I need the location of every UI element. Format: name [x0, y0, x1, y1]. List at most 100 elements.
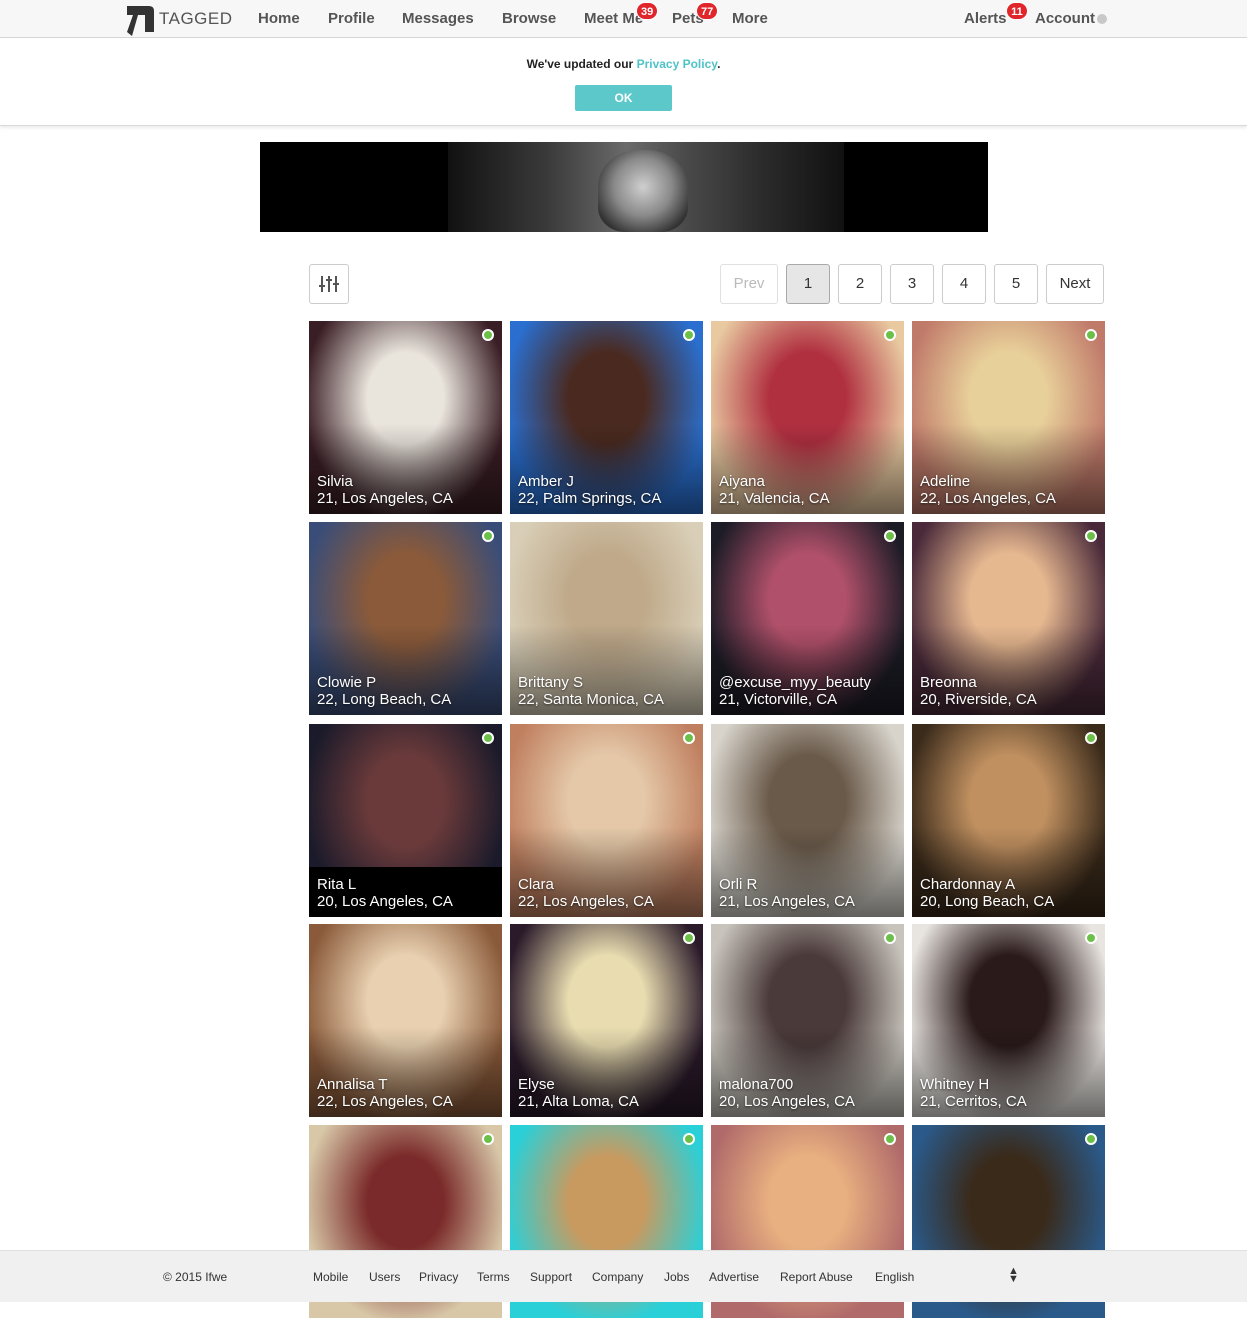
- footer-link-terms[interactable]: Terms: [477, 1270, 510, 1284]
- ad-image: [448, 142, 844, 232]
- online-status-icon: [884, 530, 896, 542]
- online-status-icon: [482, 732, 494, 744]
- nav-account[interactable]: Account: [1035, 10, 1107, 27]
- meet-me-badge: 39: [636, 2, 659, 20]
- profile-name: Elyse: [518, 1076, 555, 1093]
- online-status-icon: [884, 932, 896, 944]
- footer-link-mobile[interactable]: Mobile: [313, 1270, 348, 1284]
- filter-button[interactable]: [309, 264, 349, 304]
- profile-name: Aiyana: [719, 473, 765, 490]
- nav-pets[interactable]: Pets 77: [672, 2, 719, 27]
- footer-link-jobs[interactable]: Jobs: [664, 1270, 689, 1284]
- online-status-icon: [683, 932, 695, 944]
- alerts-badge: 11: [1006, 2, 1028, 20]
- nav-profile[interactable]: Profile: [328, 10, 375, 27]
- next-page-button[interactable]: Next: [1046, 264, 1104, 304]
- footer-link-company[interactable]: Company: [592, 1270, 643, 1284]
- profile-card[interactable]: Rita L 20, Los Angeles, CA: [309, 724, 502, 917]
- prev-page-button[interactable]: Prev: [720, 264, 778, 304]
- profile-location: 22, Los Angeles, CA: [920, 490, 1056, 507]
- online-status-icon: [1085, 1133, 1097, 1145]
- tagged-logo[interactable]: TAGGED: [123, 2, 233, 36]
- page-3-button[interactable]: 3: [890, 264, 934, 304]
- online-status-icon: [1085, 530, 1097, 542]
- online-status-icon: [482, 1133, 494, 1145]
- nav-meet-me[interactable]: Meet Me 39: [584, 2, 659, 27]
- nav-more[interactable]: More: [732, 10, 768, 27]
- profile-location: 22, Los Angeles, CA: [317, 1093, 453, 1110]
- nav-browse[interactable]: Browse: [502, 10, 556, 27]
- footer-link-report-abuse[interactable]: Report Abuse: [780, 1270, 853, 1284]
- page-5-button[interactable]: 5: [994, 264, 1038, 304]
- profile-location: 20, Los Angeles, CA: [719, 1093, 855, 1110]
- online-status-icon: [482, 530, 494, 542]
- profile-location: 22, Santa Monica, CA: [518, 691, 664, 708]
- profile-location: 20, Riverside, CA: [920, 691, 1037, 708]
- profile-card[interactable]: Clowie P 22, Long Beach, CA: [309, 522, 502, 715]
- privacy-message-end: .: [717, 57, 721, 71]
- profile-name: Amber J: [518, 473, 574, 490]
- online-status-icon: [683, 732, 695, 744]
- footer-link-advertise[interactable]: Advertise: [709, 1270, 759, 1284]
- profile-location: 20, Los Angeles, CA: [317, 893, 453, 910]
- page-4-button[interactable]: 4: [942, 264, 986, 304]
- profile-name: Breonna: [920, 674, 977, 691]
- profile-card[interactable]: Amber J 22, Palm Springs, CA: [510, 321, 703, 514]
- profile-card[interactable]: Adeline 22, Los Angeles, CA: [912, 321, 1105, 514]
- online-status-icon: [1085, 732, 1097, 744]
- online-status-icon: [1085, 329, 1097, 341]
- profile-name: Adeline: [920, 473, 971, 490]
- logo-text: TAGGED: [159, 9, 233, 28]
- footer-link-users[interactable]: Users: [369, 1270, 400, 1284]
- profile-location: 22, Los Angeles, CA: [518, 893, 654, 910]
- privacy-message: We've updated our Privacy Policy.: [0, 57, 1247, 71]
- profile-card[interactable]: Chardonnay A 20, Long Beach, CA: [912, 724, 1105, 917]
- privacy-message-text: We've updated our: [526, 57, 637, 71]
- page-2-button[interactable]: 2: [838, 264, 882, 304]
- nav-account-label: Account: [1035, 10, 1095, 27]
- profile-name: Whitney H: [920, 1076, 990, 1093]
- nav-alerts-label: Alerts: [964, 10, 1007, 27]
- top-nav: TAGGED Home Profile Messages Browse Meet…: [0, 0, 1247, 38]
- pets-badge: 77: [696, 2, 719, 20]
- profile-name: Clara: [518, 876, 554, 893]
- profile-card[interactable]: Elyse 21, Alta Loma, CA: [510, 924, 703, 1117]
- profile-location: 21, Los Angeles, CA: [317, 490, 453, 507]
- privacy-banner: We've updated our Privacy Policy. OK: [0, 39, 1247, 126]
- profile-card[interactable]: malona700 20, Los Angeles, CA: [711, 924, 904, 1117]
- ad-banner[interactable]: [260, 142, 988, 232]
- ok-button[interactable]: OK: [575, 85, 672, 111]
- nav-alerts[interactable]: Alerts 11: [964, 2, 1028, 27]
- online-status-icon: [482, 329, 494, 341]
- language-select[interactable]: English: [875, 1270, 914, 1284]
- profile-card[interactable]: @excuse_myy_beauty 21, Victorville, CA: [711, 522, 904, 715]
- nav-meet-me-label: Meet Me: [584, 10, 644, 27]
- footer-link-privacy[interactable]: Privacy: [419, 1270, 458, 1284]
- footer-link-support[interactable]: Support: [530, 1270, 572, 1284]
- tagged-logo-icon: [127, 6, 154, 36]
- profile-card[interactable]: Whitney H 21, Cerritos, CA: [912, 924, 1105, 1117]
- nav-home[interactable]: Home: [258, 10, 300, 27]
- profile-card[interactable]: Breonna 20, Riverside, CA: [912, 522, 1105, 715]
- profile-location: 22, Long Beach, CA: [317, 691, 452, 708]
- profile-card[interactable]: Aiyana 21, Valencia, CA: [711, 321, 904, 514]
- profile-card[interactable]: Annalisa T 22, Los Angeles, CA: [309, 924, 502, 1117]
- page-1-button[interactable]: 1: [786, 264, 830, 304]
- profile-location: 21, Cerritos, CA: [920, 1093, 1027, 1110]
- profile-card[interactable]: Silvia 21, Los Angeles, CA: [309, 321, 502, 514]
- copyright: © 2015 Ifwe: [163, 1270, 228, 1284]
- profile-card[interactable]: Orli R 21, Los Angeles, CA: [711, 724, 904, 917]
- footer: © 2015 Ifwe Mobile Users Privacy Terms S…: [0, 1250, 1247, 1302]
- profile-name: Chardonnay A: [920, 876, 1016, 893]
- ad-face-image: [598, 150, 688, 232]
- profile-card[interactable]: Brittany S 22, Santa Monica, CA: [510, 522, 703, 715]
- online-status-icon: [683, 1133, 695, 1145]
- profile-name: Orli R: [719, 876, 758, 893]
- language-select-arrows-icon[interactable]: ▲ ▼: [1008, 1266, 1019, 1285]
- profile-name: malona700: [719, 1076, 794, 1093]
- nav-messages[interactable]: Messages: [402, 10, 474, 27]
- online-status-icon: [884, 329, 896, 341]
- profile-card[interactable]: Clara 22, Los Angeles, CA: [510, 724, 703, 917]
- account-status-icon: [1097, 14, 1107, 25]
- privacy-policy-link[interactable]: Privacy Policy: [637, 57, 718, 71]
